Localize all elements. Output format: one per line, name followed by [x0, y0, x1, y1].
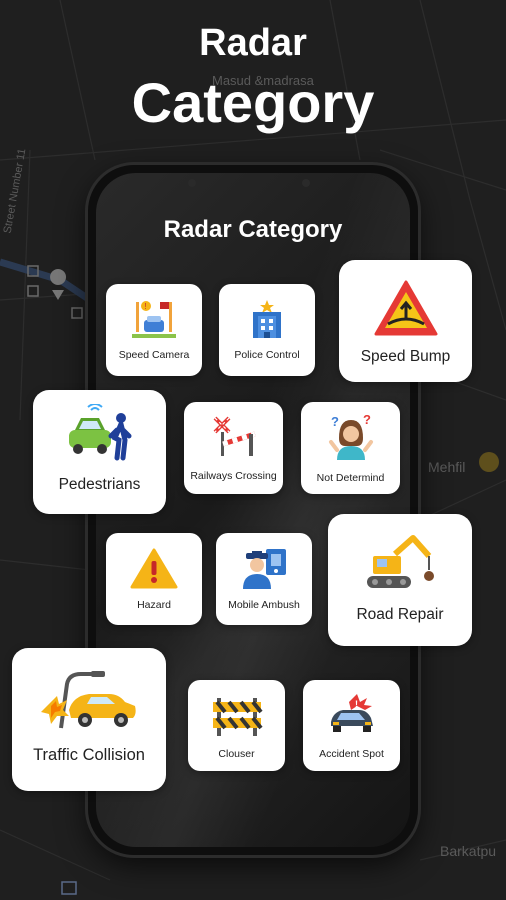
category-label: Mobile Ambush: [228, 599, 300, 611]
headline-line2: Category: [131, 71, 375, 134]
category-speed-camera[interactable]: ! Speed Camera: [106, 284, 202, 376]
category-railways-crossing[interactable]: Railways Crossing: [184, 402, 283, 494]
svg-text:!: !: [145, 302, 147, 311]
category-label: Road Repair: [356, 606, 444, 623]
category-clouser[interactable]: Clouser: [188, 680, 285, 771]
headline-line1: Radar: [199, 22, 307, 64]
category-mobile-ambush[interactable]: Mobile Ambush: [216, 533, 312, 625]
category-label: Traffic Collision: [33, 746, 145, 764]
pedestrian-car-icon: [65, 404, 135, 462]
svg-text:?: ?: [331, 414, 339, 429]
svg-text:!: !: [355, 699, 358, 709]
car-crash-icon: [39, 670, 139, 732]
phone-sensor: [188, 179, 196, 187]
speed-camera-icon: !: [132, 298, 176, 340]
category-label: Pedestrians: [58, 476, 141, 493]
screen-title: Radar Category: [163, 216, 343, 243]
svg-text:?: ?: [363, 412, 371, 427]
category-accident-spot[interactable]: ! Accident Spot: [303, 680, 400, 771]
police-officer-icon: [240, 547, 288, 589]
category-hazard[interactable]: Hazard: [106, 533, 202, 625]
category-speed-bump[interactable]: Speed Bump: [339, 260, 472, 382]
category-pedestrians[interactable]: Pedestrians: [33, 390, 166, 514]
map-label-poi: Mehfil: [428, 459, 466, 475]
police-station-icon: [245, 298, 289, 340]
category-label: Police Control: [234, 349, 300, 361]
phone-sensor: [302, 179, 310, 187]
category-label: Hazard: [137, 599, 171, 611]
excavator-icon: [365, 534, 435, 592]
category-label: Accident Spot: [319, 748, 384, 760]
category-label: Not Determind: [316, 472, 385, 484]
speed-bump-sign-icon: [374, 280, 438, 336]
category-police-control[interactable]: Police Control: [219, 284, 315, 376]
category-traffic-collision[interactable]: Traffic Collision: [12, 648, 166, 791]
category-road-repair[interactable]: Road Repair: [328, 514, 472, 646]
category-label: Speed Camera: [118, 349, 190, 361]
accident-car-icon: !: [327, 692, 377, 736]
category-label: Speed Bump: [360, 348, 451, 365]
hazard-warning-icon: [130, 547, 178, 589]
map-label-bottom-right: Barkatpu: [440, 843, 497, 859]
confused-person-icon: ? ?: [327, 412, 375, 460]
category-label: Railways Crossing: [190, 470, 277, 482]
railway-crossing-icon: [209, 414, 259, 458]
category-not-determind[interactable]: ? ? Not Determind: [301, 402, 400, 494]
road-barrier-icon: [211, 694, 263, 736]
category-label: Clouser: [218, 748, 255, 760]
